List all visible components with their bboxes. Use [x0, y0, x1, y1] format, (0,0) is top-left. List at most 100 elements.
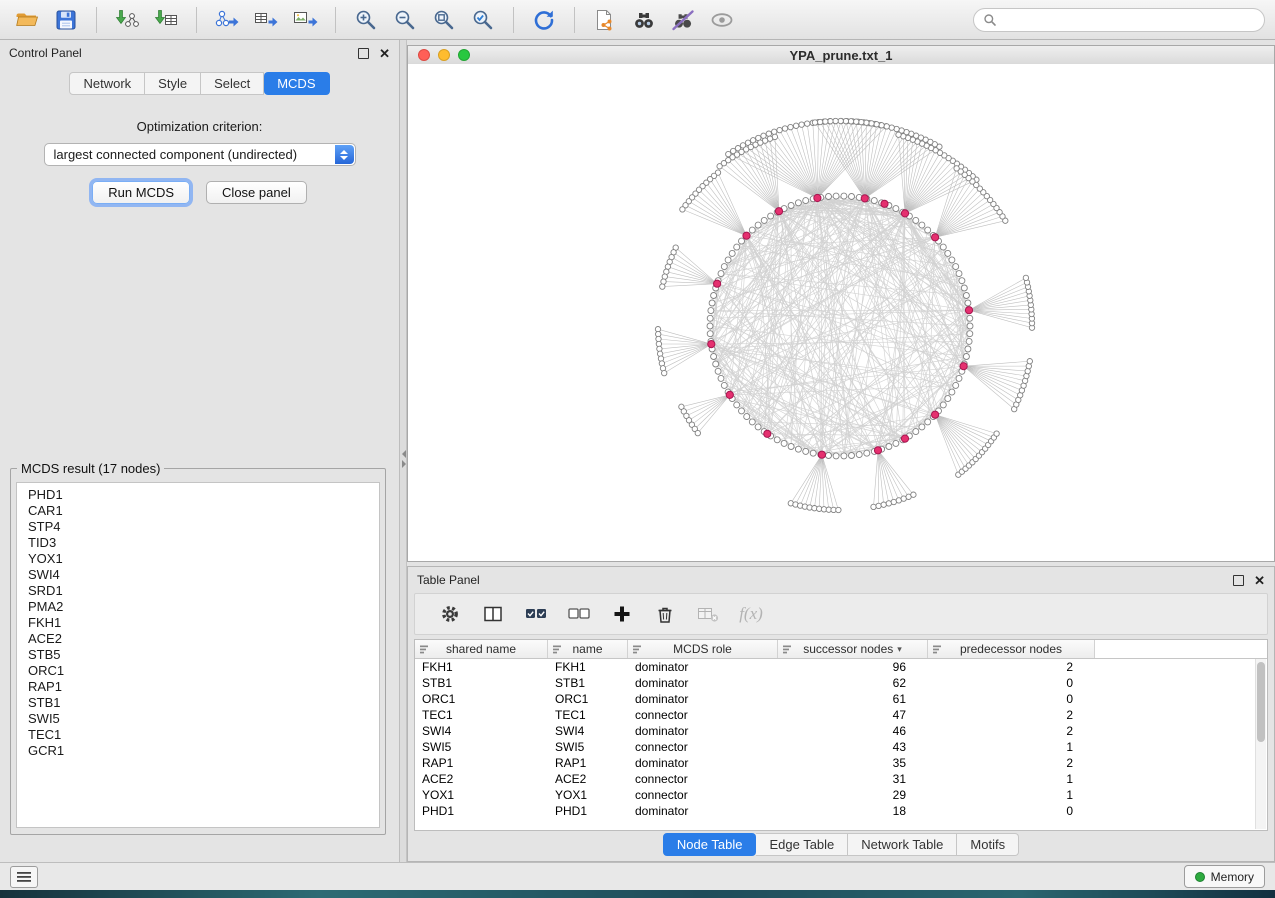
table-row[interactable]: SWI5SWI5connector431 [415, 739, 1267, 755]
scrollbar-thumb[interactable] [1257, 662, 1265, 742]
mcds-result-item[interactable]: TEC1 [28, 727, 379, 743]
mcds-result-item[interactable]: CAR1 [28, 503, 379, 519]
mcds-result-item[interactable]: SRD1 [28, 583, 379, 599]
table-cell: dominator [628, 675, 778, 691]
tab-select[interactable]: Select [201, 72, 264, 95]
select-stepper-icon [335, 145, 354, 164]
table-delete-icon [696, 603, 720, 625]
select-all-button[interactable] [523, 601, 549, 627]
mcds-result-item[interactable]: STP4 [28, 519, 379, 535]
mcds-result-item[interactable]: STB5 [28, 647, 379, 663]
show-columns-button[interactable] [480, 601, 506, 627]
control-panel-titlebar: Control Panel ✕ [0, 40, 399, 66]
table-row[interactable]: PHD1PHD1dominator180 [415, 803, 1267, 819]
mcds-result-item[interactable]: RAP1 [28, 679, 379, 695]
main-toolbar [0, 0, 1275, 40]
mcds-result-item[interactable]: PMA2 [28, 599, 379, 615]
zoom-out-button[interactable] [388, 5, 422, 35]
zoom-in-button[interactable] [349, 5, 383, 35]
table-row[interactable]: SWI4SWI4dominator462 [415, 723, 1267, 739]
memory-status-icon [1195, 872, 1205, 882]
column-header-successor-nodes[interactable]: successor nodes▾ [778, 640, 928, 658]
export-image-button[interactable] [288, 5, 322, 35]
mcds-result-item[interactable]: ACE2 [28, 631, 379, 647]
mcds-result-item[interactable]: YOX1 [28, 551, 379, 567]
import-table-button[interactable] [149, 5, 183, 35]
close-table-panel-icon[interactable]: ✕ [1254, 574, 1265, 587]
trash-icon [654, 603, 676, 625]
table-row[interactable]: RAP1RAP1dominator352 [415, 755, 1267, 771]
tab-mcds[interactable]: MCDS [264, 72, 329, 95]
export-document-button[interactable] [588, 5, 622, 35]
search-input[interactable] [1003, 12, 1255, 28]
column-header-MCDS-role[interactable]: MCDS role [628, 640, 778, 658]
toggle-visibility-button[interactable] [705, 5, 739, 35]
memory-button[interactable]: Memory [1184, 865, 1265, 888]
mcds-result-item[interactable]: PHD1 [28, 487, 379, 503]
columns-icon [482, 603, 504, 625]
table-row[interactable]: YOX1YOX1connector291 [415, 787, 1267, 803]
application-window: Control Panel ✕ NetworkStyleSelectMCDS O… [0, 0, 1275, 898]
mcds-result-list[interactable]: PHD1CAR1STP4TID3YOX1SWI4SRD1PMA2FKH1ACE2… [16, 482, 380, 828]
table-cell: 18 [778, 803, 928, 819]
tab-edge-table[interactable]: Edge Table [756, 833, 848, 856]
minimize-window-icon[interactable] [438, 49, 450, 61]
zoom-fit-button[interactable] [427, 5, 461, 35]
refresh-button[interactable] [527, 5, 561, 35]
float-table-panel-icon[interactable] [1233, 575, 1244, 586]
save-session-button[interactable] [49, 5, 83, 35]
mcds-result-item[interactable]: STB1 [28, 695, 379, 711]
tab-network-table[interactable]: Network Table [848, 833, 957, 856]
export-network-button[interactable] [210, 5, 244, 35]
maximize-window-icon[interactable] [458, 49, 470, 61]
table-row[interactable]: ORC1ORC1dominator610 [415, 691, 1267, 707]
table-row[interactable]: ACE2ACE2connector311 [415, 771, 1267, 787]
add-column-button[interactable] [609, 601, 635, 627]
close-window-icon[interactable] [418, 49, 430, 61]
table-cell: ACE2 [415, 771, 548, 787]
table-scrollbar[interactable] [1255, 659, 1266, 829]
network-canvas[interactable] [408, 64, 1274, 561]
deselect-all-button[interactable] [566, 601, 592, 627]
task-history-button[interactable] [10, 866, 38, 888]
column-header-predecessor-nodes[interactable]: predecessor nodes [928, 640, 1095, 658]
document-share-icon [592, 7, 618, 33]
network-graph[interactable] [408, 64, 1274, 561]
find-button[interactable] [627, 5, 661, 35]
vertical-splitter[interactable] [400, 40, 407, 862]
zoom-selected-button[interactable] [466, 5, 500, 35]
mcds-result-item[interactable]: SWI4 [28, 567, 379, 583]
table-row[interactable]: FKH1FKH1dominator962 [415, 659, 1267, 675]
find-filter-button[interactable] [666, 5, 700, 35]
table-settings-button[interactable] [437, 601, 463, 627]
close-panel-icon[interactable]: ✕ [379, 47, 390, 60]
export-table-icon [253, 7, 279, 33]
mcds-result-item[interactable]: GCR1 [28, 743, 379, 759]
mcds-result-item[interactable]: SWI5 [28, 711, 379, 727]
column-header-shared-name[interactable]: shared name [415, 640, 548, 658]
column-sort-icon [553, 645, 562, 654]
export-table-button[interactable] [249, 5, 283, 35]
mcds-result-item[interactable]: TID3 [28, 535, 379, 551]
close-panel-button[interactable]: Close panel [206, 181, 307, 204]
mcds-result-item[interactable]: ORC1 [28, 663, 379, 679]
tab-style[interactable]: Style [145, 72, 201, 95]
tab-node-table[interactable]: Node Table [663, 833, 757, 856]
run-mcds-button[interactable]: Run MCDS [92, 181, 190, 204]
open-file-button[interactable] [10, 5, 44, 35]
column-menu-caret-icon[interactable]: ▾ [897, 644, 902, 655]
mcds-result-item[interactable]: FKH1 [28, 615, 379, 631]
tab-motifs[interactable]: Motifs [957, 833, 1019, 856]
table-row[interactable]: STB1STB1dominator620 [415, 675, 1267, 691]
column-header-name[interactable]: name [548, 640, 628, 658]
table-row[interactable]: TEC1TEC1connector472 [415, 707, 1267, 723]
control-panel-tabs: NetworkStyleSelectMCDS [0, 72, 399, 95]
import-network-button[interactable] [110, 5, 144, 35]
network-window-titlebar[interactable]: YPA_prune.txt_1 [408, 46, 1274, 65]
optimization-criterion-select[interactable]: largest connected component (undirected) [44, 143, 356, 166]
tab-network[interactable]: Network [69, 72, 145, 95]
splitter-handle-icon[interactable] [400, 448, 407, 470]
delete-column-button[interactable] [652, 601, 678, 627]
float-panel-icon[interactable] [358, 48, 369, 59]
search-box[interactable] [973, 8, 1265, 32]
